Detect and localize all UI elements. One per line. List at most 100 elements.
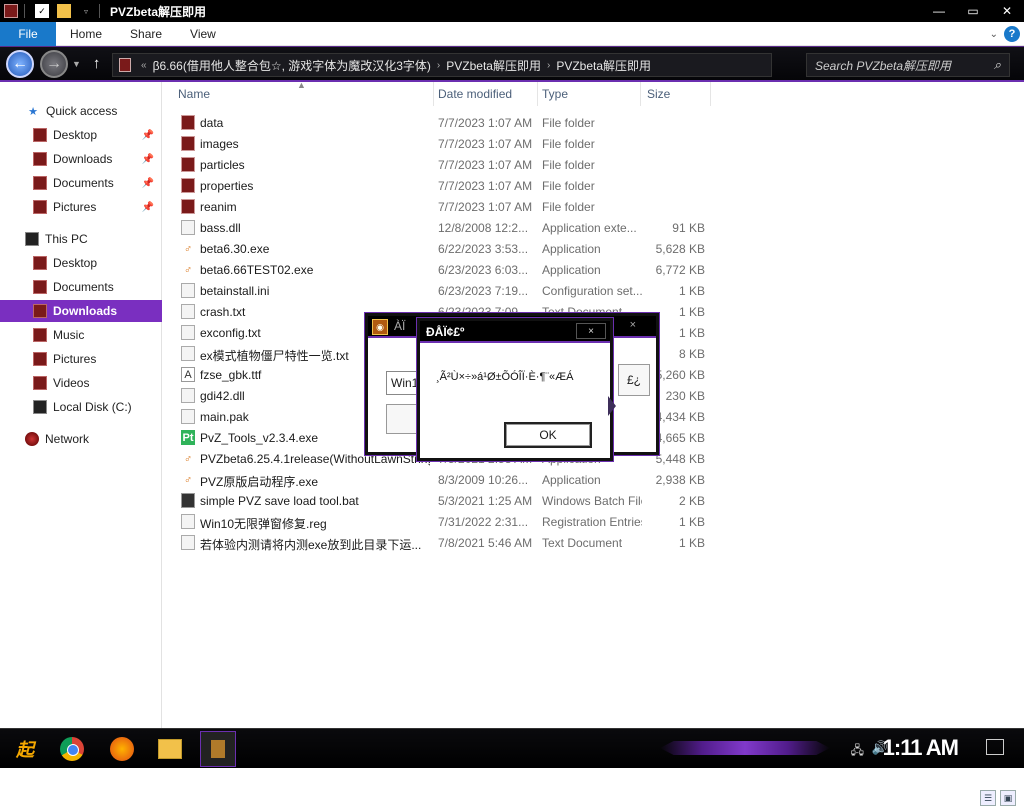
file-name: data — [200, 116, 224, 130]
chevron-left-icon[interactable]: « — [141, 60, 147, 71]
search-placeholder: Search PVZbeta解压即用 — [815, 58, 952, 73]
table-row[interactable]: ♂ beta6.66TEST02.exe 6/23/2023 6:03... Appl… — [163, 259, 723, 280]
chevron-right-icon[interactable]: › — [437, 60, 440, 71]
close-icon[interactable]: × — [630, 319, 636, 331]
table-row[interactable]: ♂ PVZ原版启动程序.exe 8/3/2009 10:26... Applicati… — [163, 469, 723, 490]
table-row[interactable]: images 7/7/2023 1:07 AM File folder — [163, 133, 723, 154]
pin-icon[interactable]: 📌 — [142, 130, 154, 141]
nav-qa-downloads[interactable]: Downloads 📌 — [0, 148, 162, 170]
nav-pc-local-disk[interactable]: Local Disk (C:) — [0, 396, 162, 418]
up-button[interactable]: ↑ — [93, 55, 101, 72]
expand-ribbon-icon[interactable]: ⌄ — [990, 29, 998, 40]
videos-folder-icon — [33, 376, 47, 390]
column-header-name[interactable]: Name — [164, 82, 434, 106]
maximize-button[interactable]: ▭ — [956, 0, 990, 22]
file-explorer-icon[interactable] — [158, 739, 182, 759]
breadcrumb-item[interactable]: PVZbeta解压即用 — [556, 57, 651, 74]
tab-file[interactable]: File — [0, 21, 56, 46]
file-type: Application — [542, 473, 601, 487]
help-icon[interactable]: ? — [1004, 26, 1020, 42]
file-date: 5/3/2021 1:25 AM — [438, 494, 533, 508]
tab-share[interactable]: Share — [116, 22, 176, 46]
file-size: 2 KB — [678, 494, 705, 508]
table-row[interactable]: 若体验内测请将内测exe放到此目录下运... 7/8/2021 5:46 AM Te… — [163, 532, 723, 553]
file-date: 7/8/2021 5:46 AM — [438, 536, 533, 550]
properties-icon[interactable]: ✓ — [35, 4, 49, 18]
recent-locations-icon[interactable]: ▼ — [72, 59, 81, 69]
back-button[interactable]: ← — [6, 49, 34, 78]
chrome-icon[interactable] — [60, 737, 84, 761]
nav-pc-music[interactable]: Music — [0, 324, 162, 346]
message-box-close-button[interactable]: × — [576, 323, 606, 339]
minimize-button[interactable]: — — [922, 0, 956, 22]
nav-quick-access[interactable]: ★ Quick access — [0, 100, 162, 122]
file-type: Configuration set... — [542, 284, 642, 298]
pin-icon[interactable]: 📌 — [142, 154, 154, 165]
pin-icon[interactable]: 📌 — [142, 178, 154, 189]
notification-icon[interactable] — [986, 739, 1004, 755]
file-date: 7/7/2023 1:07 AM — [438, 116, 533, 130]
column-header-date[interactable]: Date modified — [434, 82, 538, 106]
file-type: File folder — [542, 116, 595, 130]
table-row[interactable]: simple PVZ save load tool.bat 5/3/2021 1:… — [163, 490, 723, 511]
nav-pc-downloads[interactable]: Downloads — [0, 300, 162, 322]
breadcrumb-item[interactable]: β6.66(借用他人整合包☆, 游戏字体为魔改汉化3字体) — [153, 57, 431, 74]
folder-icon — [181, 178, 195, 193]
exe-icon: ♂ — [183, 263, 193, 276]
table-row[interactable]: properties 7/7/2023 1:07 AM File folder — [163, 175, 723, 196]
forward-button[interactable]: → — [40, 49, 68, 78]
search-input[interactable]: Search PVZbeta解压即用 ⌕ — [806, 53, 1010, 77]
folder-icon — [181, 115, 195, 130]
table-row[interactable]: data 7/7/2023 1:07 AM File folder — [163, 112, 723, 133]
folder-icon — [181, 136, 195, 151]
pvz-game-icon[interactable] — [200, 731, 236, 767]
pin-icon[interactable]: 📌 — [142, 202, 154, 213]
table-row[interactable]: Win10无限弹窗修复.reg 7/31/2022 2:31... Registra… — [163, 511, 723, 532]
nav-qa-pictures[interactable]: Pictures 📌 — [0, 196, 162, 218]
search-icon[interactable]: ⌕ — [994, 57, 1001, 73]
mouse-cursor-icon — [608, 396, 616, 416]
file-size: 91 KB — [672, 221, 705, 235]
nav-pc-documents[interactable]: Documents — [0, 276, 162, 298]
customize-toolbar-icon[interactable]: ▿ — [79, 4, 93, 18]
network-tray-icon[interactable]: 🖧 — [851, 741, 864, 762]
nav-pc-videos[interactable]: Videos — [0, 372, 162, 394]
tab-view[interactable]: View — [176, 22, 230, 46]
file-name: properties — [200, 179, 254, 193]
dialog-side-button[interactable]: £¿ — [618, 364, 650, 396]
nav-pc-pictures[interactable]: Pictures — [0, 348, 162, 370]
column-header-size[interactable]: Size — [641, 82, 711, 106]
new-folder-icon[interactable] — [57, 4, 71, 18]
ribbon-tabs: File Home Share View ⌄ ? — [0, 21, 1024, 46]
file-date: 7/7/2023 1:07 AM — [438, 200, 533, 214]
folder-icon — [33, 200, 47, 214]
table-row[interactable]: reanim 7/7/2023 1:07 AM File folder — [163, 196, 723, 217]
start-button[interactable]: 起 — [8, 735, 42, 763]
table-row[interactable]: particles 7/7/2023 1:07 AM File folder — [163, 154, 723, 175]
ribbon-right: ⌄ ? — [990, 26, 1020, 42]
firefox-icon[interactable] — [110, 737, 134, 761]
nav-qa-desktop[interactable]: Desktop 📌 — [0, 124, 162, 146]
breadcrumb[interactable]: « β6.66(借用他人整合包☆, 游戏字体为魔改汉化3字体) › PVZbet… — [112, 53, 772, 77]
nav-qa-documents[interactable]: Documents 📌 — [0, 172, 162, 194]
large-icons-view-icon[interactable]: ▣ — [1000, 790, 1016, 806]
table-row[interactable]: betainstall.ini 6/23/2023 7:19... Configur… — [163, 280, 723, 301]
nav-pc-desktop[interactable]: Desktop — [0, 252, 162, 274]
nav-this-pc[interactable]: This PC — [0, 228, 162, 250]
chevron-right-icon[interactable]: › — [547, 60, 550, 71]
close-button[interactable]: ✕ — [990, 0, 1024, 22]
tab-home[interactable]: Home — [56, 22, 116, 46]
app-icon — [4, 4, 18, 18]
address-bar: ← → ▼ ↑ « β6.66(借用他人整合包☆, 游戏字体为魔改汉化3字体) … — [0, 46, 1024, 82]
file-icon — [181, 388, 195, 403]
breadcrumb-item[interactable]: PVZbeta解压即用 — [446, 57, 541, 74]
ok-button[interactable]: OK — [504, 422, 592, 448]
nav-network[interactable]: Network — [0, 428, 162, 450]
details-view-icon[interactable]: ☰ — [980, 790, 996, 806]
column-header-type[interactable]: Type — [538, 82, 641, 106]
table-row[interactable]: ♂ beta6.30.exe 6/22/2023 3:53... Applicatio… — [163, 238, 723, 259]
background-dialog-title: ÀÏ — [394, 319, 406, 333]
clock[interactable]: 1:11 AM — [883, 735, 959, 761]
table-row[interactable]: bass.dll 12/8/2008 12:2... Application ext… — [163, 217, 723, 238]
network-icon — [25, 432, 39, 446]
